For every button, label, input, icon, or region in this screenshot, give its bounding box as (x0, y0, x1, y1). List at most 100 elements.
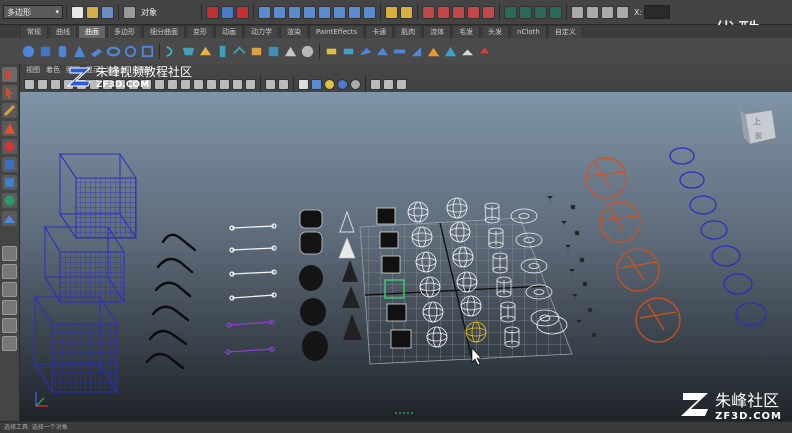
select-misc-icon[interactable] (363, 5, 376, 19)
shelf-tab[interactable]: 卡通 (365, 25, 394, 38)
view-cube[interactable]: 上 前 (740, 109, 777, 145)
smooth-shade-icon[interactable] (193, 78, 204, 90)
birail-icon[interactable] (232, 44, 247, 59)
select-curves-icon[interactable] (288, 5, 301, 19)
project-curve-icon[interactable] (358, 44, 373, 59)
use-all-lights-icon[interactable] (232, 78, 243, 90)
intersect-icon[interactable] (375, 44, 390, 59)
bookmarks-icon[interactable] (50, 78, 61, 90)
nurbs-torus-icon[interactable] (106, 44, 121, 59)
scale-tool-icon[interactable] (2, 157, 17, 172)
select-camera-icon[interactable] (24, 78, 35, 90)
select-deformers-icon[interactable] (318, 5, 331, 19)
snap-view-plane-icon[interactable] (467, 5, 480, 19)
nurbs-cube-icon[interactable] (38, 44, 53, 59)
shelf-tab[interactable]: 细分曲面 (143, 25, 185, 38)
coordinate-x-field[interactable] (644, 5, 671, 19)
manipulator-tool-icon[interactable] (2, 175, 17, 190)
highlight-selection-icon[interactable] (400, 5, 413, 19)
fillet-icon[interactable] (443, 44, 458, 59)
rebuild-icon[interactable] (460, 44, 475, 59)
panel-menu-shading[interactable]: 着色 (46, 65, 60, 75)
hypershade-layout-icon[interactable] (2, 336, 17, 351)
lock-selection-icon[interactable] (385, 5, 398, 19)
loft-icon[interactable] (181, 44, 196, 59)
new-scene-icon[interactable] (71, 5, 84, 19)
shelf-tab[interactable]: 头发 (481, 25, 510, 38)
mode-menu[interactable]: 多边形 ▾ (3, 5, 63, 19)
render-settings-icon[interactable] (549, 5, 562, 19)
hierarchy-mode-icon[interactable] (206, 5, 219, 19)
reverse-icon[interactable] (477, 44, 492, 59)
select-joints-icon[interactable] (273, 5, 286, 19)
panel-menu-view[interactable]: 视图 (26, 65, 40, 75)
show-tool-settings-icon[interactable] (601, 5, 614, 19)
blue-sphere-icon[interactable] (337, 78, 348, 90)
bevel-plus-icon[interactable] (300, 44, 315, 59)
wireframe-on-shaded-icon[interactable] (206, 78, 217, 90)
nurbs-sphere-icon[interactable] (21, 44, 36, 59)
persp-outliner-layout-icon[interactable] (2, 300, 17, 315)
square-surface-icon[interactable] (266, 44, 281, 59)
paint-select-tool-icon[interactable] (2, 103, 17, 118)
hardware-render-icon[interactable] (396, 78, 407, 90)
four-pane-layout-icon[interactable] (2, 264, 17, 279)
xray-icon[interactable] (278, 78, 289, 90)
snap-point-icon[interactable] (452, 5, 465, 19)
attach-icon[interactable] (392, 44, 407, 59)
component-mode-icon[interactable] (236, 5, 249, 19)
align-icon[interactable] (426, 44, 441, 59)
show-channel-box-icon[interactable] (616, 5, 629, 19)
select-dynamics-icon[interactable] (333, 5, 346, 19)
nurbs-plane-icon[interactable] (89, 44, 104, 59)
extrude-icon[interactable] (215, 44, 230, 59)
bevel-icon[interactable] (283, 44, 298, 59)
shelf-tab[interactable]: 多边形 (107, 25, 142, 38)
shadows-icon[interactable] (245, 78, 256, 90)
nurbs-circle-icon[interactable] (123, 44, 138, 59)
textured-icon[interactable] (219, 78, 230, 90)
shelf-tab[interactable]: 流体 (423, 25, 452, 38)
shaded-cube-icon[interactable] (311, 78, 322, 90)
shelf-tab[interactable]: 曲线 (49, 25, 77, 38)
shelf-tab[interactable]: 毛发 (452, 25, 481, 38)
boundary-icon[interactable] (249, 44, 264, 59)
render-current-frame-icon[interactable] (519, 5, 532, 19)
shelf-tab[interactable]: nCloth (510, 25, 547, 38)
shelf-tab[interactable]: 渲染 (280, 25, 308, 38)
open-scene-icon[interactable] (86, 5, 99, 19)
hud-icon[interactable] (370, 78, 381, 90)
shelf-tab[interactable]: 肌肉 (394, 25, 423, 38)
select-surfaces-icon[interactable] (303, 5, 316, 19)
select-handles-icon[interactable] (258, 5, 271, 19)
lasso-tool-icon[interactable] (2, 85, 17, 100)
construction-history-icon[interactable] (504, 5, 517, 19)
wire-cube-icon[interactable] (383, 78, 394, 90)
persp-graph-layout-icon[interactable] (2, 318, 17, 333)
input-ops-icon[interactable] (571, 5, 584, 19)
single-pane-layout-icon[interactable] (2, 246, 17, 261)
selection-mask-icon[interactable] (123, 5, 136, 19)
nurbs-cylinder-icon[interactable] (55, 44, 70, 59)
show-attribute-editor-icon[interactable] (586, 5, 599, 19)
select-tool-icon[interactable] (2, 67, 17, 82)
untrim-icon[interactable] (341, 44, 356, 59)
shelf-tab[interactable]: 变形 (186, 25, 214, 38)
trim-icon[interactable] (324, 44, 339, 59)
isolate-select-icon[interactable] (265, 78, 276, 90)
default-material-icon[interactable] (298, 78, 309, 90)
shelf-tab[interactable]: PaintEffects (309, 25, 365, 38)
grey-sphere-icon[interactable] (350, 78, 361, 90)
camera-attributes-icon[interactable] (37, 78, 48, 90)
nurbs-square-icon[interactable] (140, 44, 155, 59)
revolve-icon[interactable] (164, 44, 179, 59)
shelf-tab[interactable]: 动力学 (244, 25, 279, 38)
snap-grid-icon[interactable] (422, 5, 435, 19)
two-pane-layout-icon[interactable] (2, 282, 17, 297)
save-scene-icon[interactable] (101, 5, 114, 19)
nurbs-cone-icon[interactable] (72, 44, 87, 59)
show-manipulator-tool-icon[interactable] (2, 211, 17, 226)
ipr-render-icon[interactable] (534, 5, 547, 19)
snap-curve-icon[interactable] (437, 5, 450, 19)
object-mode-icon[interactable] (221, 5, 234, 19)
